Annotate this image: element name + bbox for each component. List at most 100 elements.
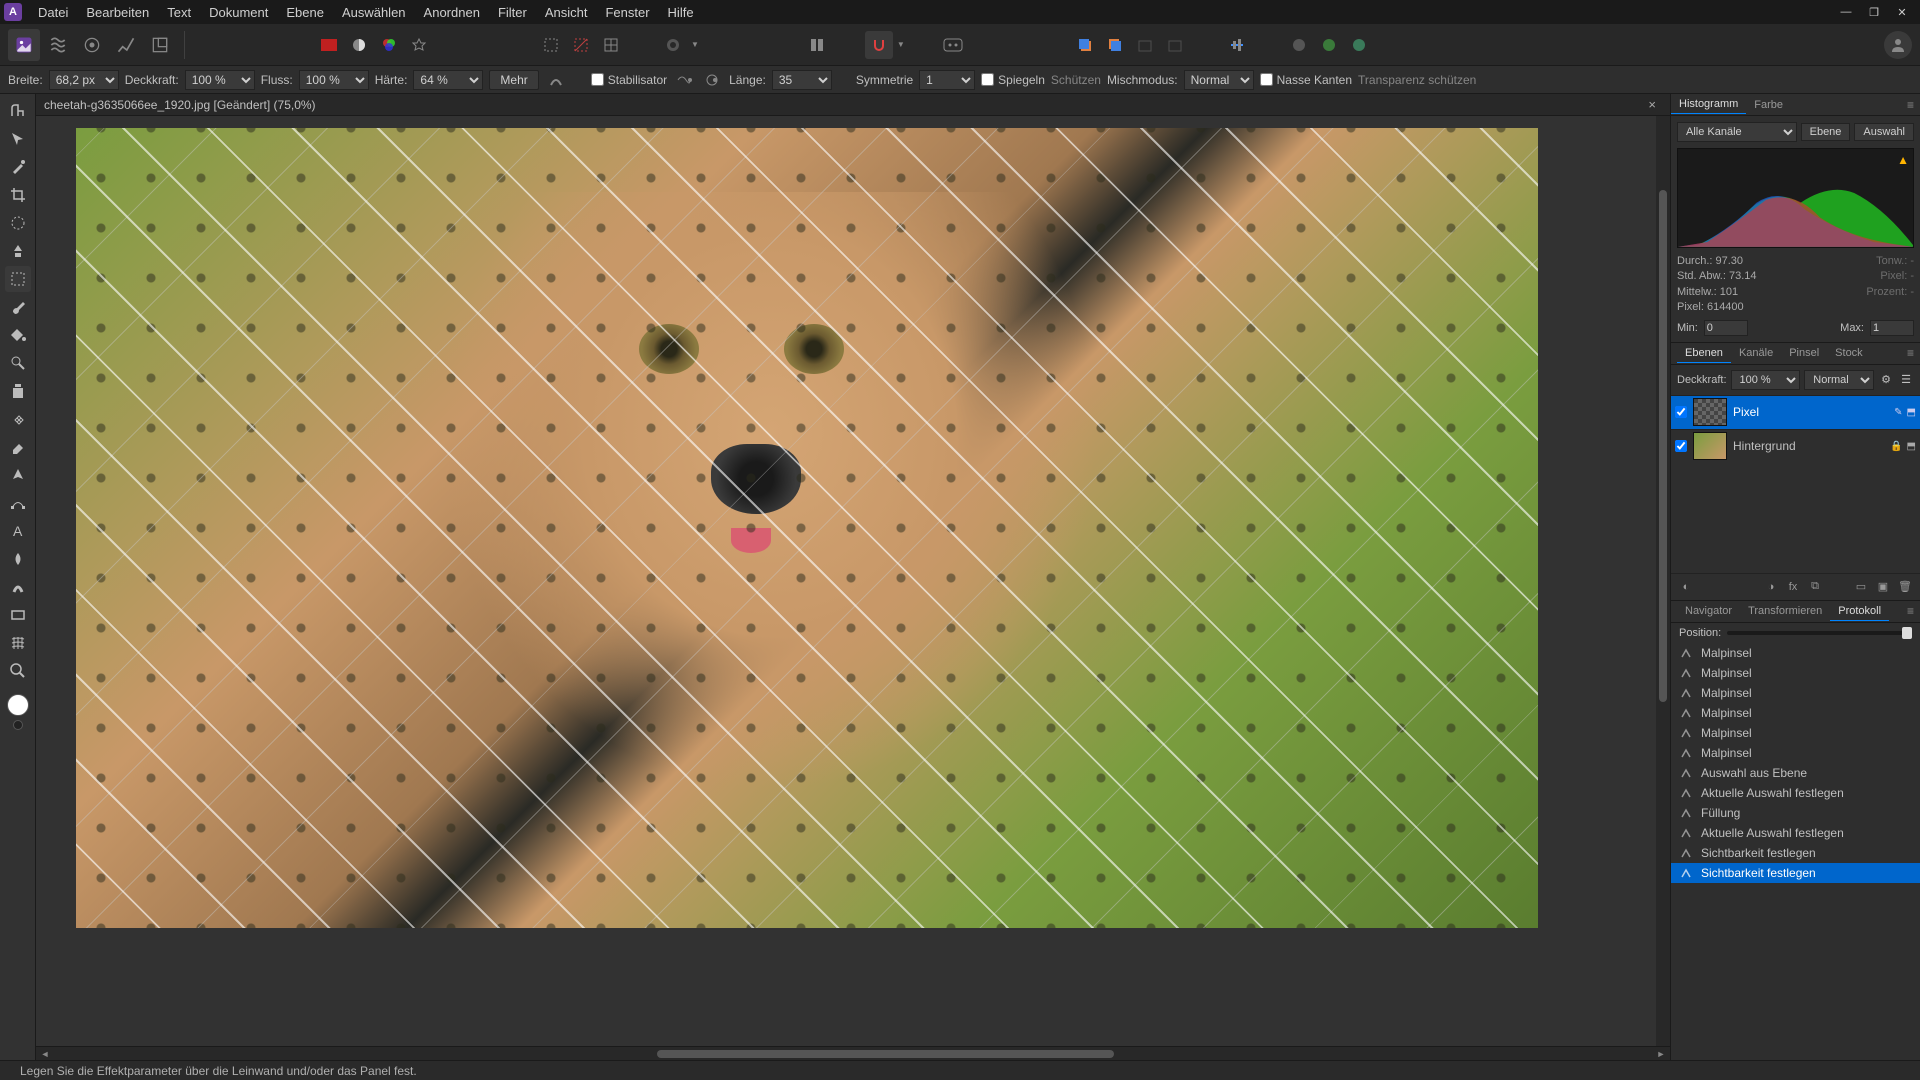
- layer-add-icon[interactable]: ▣: [1874, 578, 1892, 596]
- menu-hilfe[interactable]: Hilfe: [660, 3, 702, 22]
- menu-filter[interactable]: Filter: [490, 3, 535, 22]
- photo-persona-button[interactable]: [8, 29, 40, 61]
- window-maximize-button[interactable]: ❐: [1864, 3, 1884, 21]
- text-tool[interactable]: A: [5, 518, 31, 544]
- tab-histogramm[interactable]: Histogramm: [1671, 95, 1746, 114]
- selection-hide-icon[interactable]: [567, 31, 595, 59]
- tab-pinsel[interactable]: Pinsel: [1781, 344, 1827, 362]
- zoom-tool[interactable]: [5, 658, 31, 684]
- color-picker-tool[interactable]: [5, 154, 31, 180]
- menu-bearbeiten[interactable]: Bearbeiten: [78, 3, 157, 22]
- snapping-icon[interactable]: [865, 31, 893, 59]
- history-item[interactable]: Aktuelle Auswahl festlegen: [1671, 823, 1920, 843]
- vertical-scrollbar[interactable]: [1656, 116, 1670, 1046]
- history-item[interactable]: Aktuelle Auswahl festlegen: [1671, 783, 1920, 803]
- history-item[interactable]: Sichtbarkeit festlegen: [1671, 843, 1920, 863]
- window-mode-icon[interactable]: [701, 69, 723, 91]
- history-item[interactable]: Malpinsel: [1671, 743, 1920, 763]
- sync-defaults-icon[interactable]: [1285, 31, 1313, 59]
- crop-tool[interactable]: [5, 182, 31, 208]
- marquee-tool[interactable]: [5, 266, 31, 292]
- menu-ebene[interactable]: Ebene: [278, 3, 332, 22]
- liquify-persona-button[interactable]: [42, 29, 74, 61]
- histogram-panel-menu-icon[interactable]: ≡: [1901, 98, 1920, 112]
- width-input[interactable]: 68,2 px: [49, 70, 119, 90]
- flow-input[interactable]: 100 %: [299, 70, 369, 90]
- history-item[interactable]: Malpinsel: [1671, 663, 1920, 683]
- auto-contrast-icon[interactable]: [345, 31, 373, 59]
- move-outside-icon[interactable]: [1161, 31, 1189, 59]
- node-tool[interactable]: [5, 490, 31, 516]
- symmetry-input[interactable]: 1: [919, 70, 975, 90]
- history-item[interactable]: Auswahl aus Ebene: [1671, 763, 1920, 783]
- layer-name[interactable]: Pixel: [1733, 405, 1888, 419]
- histogram-channel-select[interactable]: Alle Kanäle: [1677, 122, 1797, 142]
- move-tool[interactable]: [5, 126, 31, 152]
- tab-kanaele[interactable]: Kanäle: [1731, 344, 1781, 362]
- canvas[interactable]: [76, 128, 1538, 928]
- layer-link-icon[interactable]: ⬒: [1907, 407, 1916, 418]
- background-color-swatch[interactable]: [13, 720, 23, 730]
- layer-opacity-input[interactable]: 100 %: [1731, 370, 1801, 390]
- auto-levels-icon[interactable]: [315, 31, 343, 59]
- document-tab-close-icon[interactable]: ×: [1642, 97, 1662, 112]
- layer-fx-icon[interactable]: fx: [1784, 578, 1802, 596]
- selection-grid-icon[interactable]: [597, 31, 625, 59]
- snapping-dropdown-icon[interactable]: ▼: [897, 40, 905, 49]
- history-item[interactable]: Sichtbarkeit festlegen: [1671, 863, 1920, 883]
- account-icon[interactable]: [1884, 31, 1912, 59]
- histogram-auswahl-button[interactable]: Auswahl: [1854, 123, 1914, 141]
- quick-mask-icon[interactable]: [659, 31, 687, 59]
- dodge-tool[interactable]: [5, 350, 31, 376]
- history-item[interactable]: Malpinsel: [1671, 683, 1920, 703]
- tab-farbe[interactable]: Farbe: [1746, 96, 1791, 114]
- menu-dokument[interactable]: Dokument: [201, 3, 276, 22]
- menu-datei[interactable]: Datei: [30, 3, 76, 22]
- histogram-ebene-button[interactable]: Ebene: [1801, 123, 1851, 141]
- history-item[interactable]: Füllung: [1671, 803, 1920, 823]
- layer-edit-icon[interactable]: ✎: [1894, 407, 1902, 418]
- menu-text[interactable]: Text: [159, 3, 199, 22]
- export-persona-button[interactable]: [144, 29, 176, 61]
- tone-mapping-persona-button[interactable]: [110, 29, 142, 61]
- healing-tool[interactable]: [5, 406, 31, 432]
- scroll-right-icon[interactable]: ►: [1654, 1047, 1668, 1061]
- layer-adjustment-icon[interactable]: ◑: [1762, 578, 1780, 596]
- layers-panel-menu-icon[interactable]: ≡: [1901, 346, 1920, 360]
- align-icon[interactable]: [1223, 31, 1251, 59]
- mirror-checkbox[interactable]: [981, 73, 994, 86]
- tab-stock[interactable]: Stock: [1827, 344, 1871, 362]
- layer-row-pixel[interactable]: Pixel ✎ ⬒: [1671, 395, 1920, 429]
- hardness-input[interactable]: 64 %: [413, 70, 483, 90]
- document-tab-title[interactable]: cheetah-g3635066ee_1920.jpg [Geändert] (…: [44, 98, 316, 112]
- layer-fx-menu-icon[interactable]: ☰: [1898, 369, 1914, 391]
- develop-persona-button[interactable]: [76, 29, 108, 61]
- length-input[interactable]: 35: [772, 70, 832, 90]
- selection-show-icon[interactable]: [537, 31, 565, 59]
- layer-group-icon[interactable]: ▭: [1852, 578, 1870, 596]
- layer-row-hintergrund[interactable]: Hintergrund 🔒⬒: [1671, 429, 1920, 463]
- layer-delete-icon[interactable]: 🗑: [1896, 578, 1914, 596]
- pen-tool[interactable]: [5, 462, 31, 488]
- layer-visibility-checkbox[interactable]: [1675, 406, 1687, 418]
- wet-edges-checkbox[interactable]: [1260, 73, 1273, 86]
- fill-tool[interactable]: [5, 322, 31, 348]
- tab-navigator[interactable]: Navigator: [1677, 602, 1740, 620]
- menu-auswaehlen[interactable]: Auswählen: [334, 3, 414, 22]
- blendmode-select[interactable]: Normal: [1184, 70, 1254, 90]
- layer-cog-icon[interactable]: ⚙: [1878, 369, 1894, 391]
- view-tool[interactable]: [5, 98, 31, 124]
- window-minimize-button[interactable]: —: [1836, 3, 1856, 21]
- layer-mask-icon[interactable]: ◐: [1677, 578, 1695, 596]
- horizontal-scrollbar[interactable]: ◄ ►: [36, 1046, 1670, 1060]
- stabilizer-checkbox[interactable]: [591, 73, 604, 86]
- flood-select-tool[interactable]: [5, 238, 31, 264]
- sync-studio-icon[interactable]: [1345, 31, 1373, 59]
- layer-visibility-checkbox[interactable]: [1675, 440, 1687, 452]
- sync-account-icon[interactable]: [1315, 31, 1343, 59]
- layer-lock-icon[interactable]: 🔒: [1890, 441, 1902, 452]
- window-close-button[interactable]: ✕: [1892, 3, 1912, 21]
- rope-mode-icon[interactable]: [673, 69, 695, 91]
- rectangle-tool[interactable]: [5, 602, 31, 628]
- add-mask-icon[interactable]: [1101, 31, 1129, 59]
